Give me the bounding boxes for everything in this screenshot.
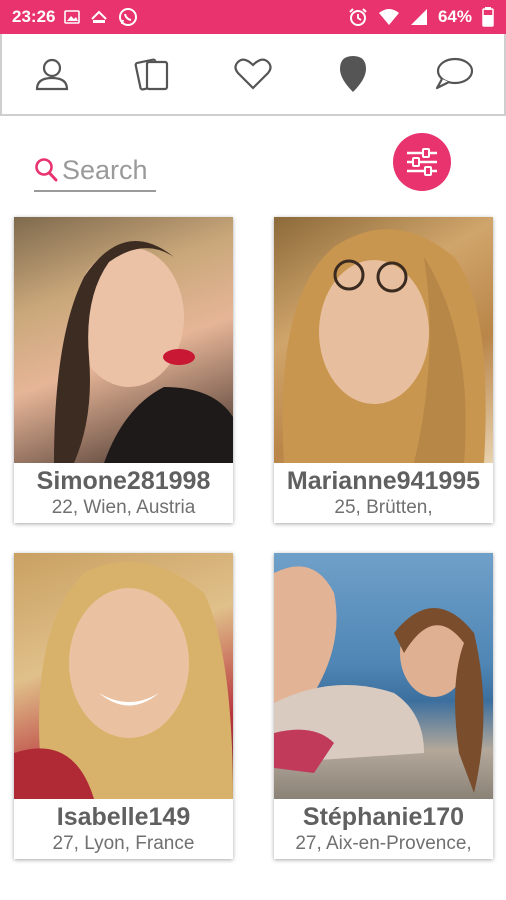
profile-name: Marianne941995 — [286, 467, 481, 495]
search-field[interactable] — [34, 150, 156, 192]
image-icon — [64, 10, 81, 24]
search-icon — [35, 158, 58, 182]
battery-icon — [482, 7, 494, 27]
nav-profile[interactable] — [22, 44, 82, 104]
nav-favorites[interactable] — [223, 44, 283, 104]
app-notification-icon — [89, 9, 109, 25]
cards-icon — [134, 58, 168, 91]
filter-button[interactable] — [393, 133, 451, 191]
profile-photo — [274, 217, 493, 463]
profile-card[interactable]: Stéphanie170 27, Aix-en-Provence, — [274, 553, 493, 859]
profile-info: 22, Wien, Austria — [51, 497, 196, 518]
heart-icon — [234, 58, 272, 90]
status-bar: 23:26 64% — [0, 0, 506, 34]
profile-photo — [274, 553, 493, 799]
profile-info: 27, Aix-en-Provence, — [295, 833, 472, 854]
status-time: 23:26 — [12, 7, 56, 26]
profile-info: 27, Lyon, France — [52, 833, 195, 854]
chat-bubble-icon — [435, 57, 473, 90]
top-navigation — [0, 34, 506, 116]
sliders-icon — [407, 148, 437, 176]
profile-card[interactable]: Marianne941995 25, Brütten, — [274, 217, 493, 523]
profile-name: Isabelle149 — [56, 803, 191, 831]
profile-info: 25, Brütten, — [334, 497, 433, 518]
profile-card[interactable]: Simone281998 22, Wien, Austria — [14, 217, 233, 523]
alarm-icon — [348, 7, 368, 27]
profile-photo — [14, 217, 233, 463]
nav-cards[interactable] — [123, 44, 183, 104]
whatsapp-icon — [118, 7, 138, 27]
profile-icon — [36, 58, 69, 91]
signal-icon — [410, 8, 428, 26]
profile-photo — [14, 553, 233, 799]
nav-location[interactable] — [323, 44, 383, 104]
search-input[interactable] — [62, 154, 154, 186]
nav-messages[interactable] — [424, 44, 484, 104]
profile-name: Stéphanie170 — [302, 803, 465, 831]
location-pin-icon — [340, 56, 367, 92]
wifi-icon — [378, 8, 400, 26]
battery-percent: 64% — [437, 7, 472, 26]
profile-card[interactable]: Isabelle149 27, Lyon, France — [14, 553, 233, 859]
profile-name: Simone281998 — [36, 467, 211, 495]
